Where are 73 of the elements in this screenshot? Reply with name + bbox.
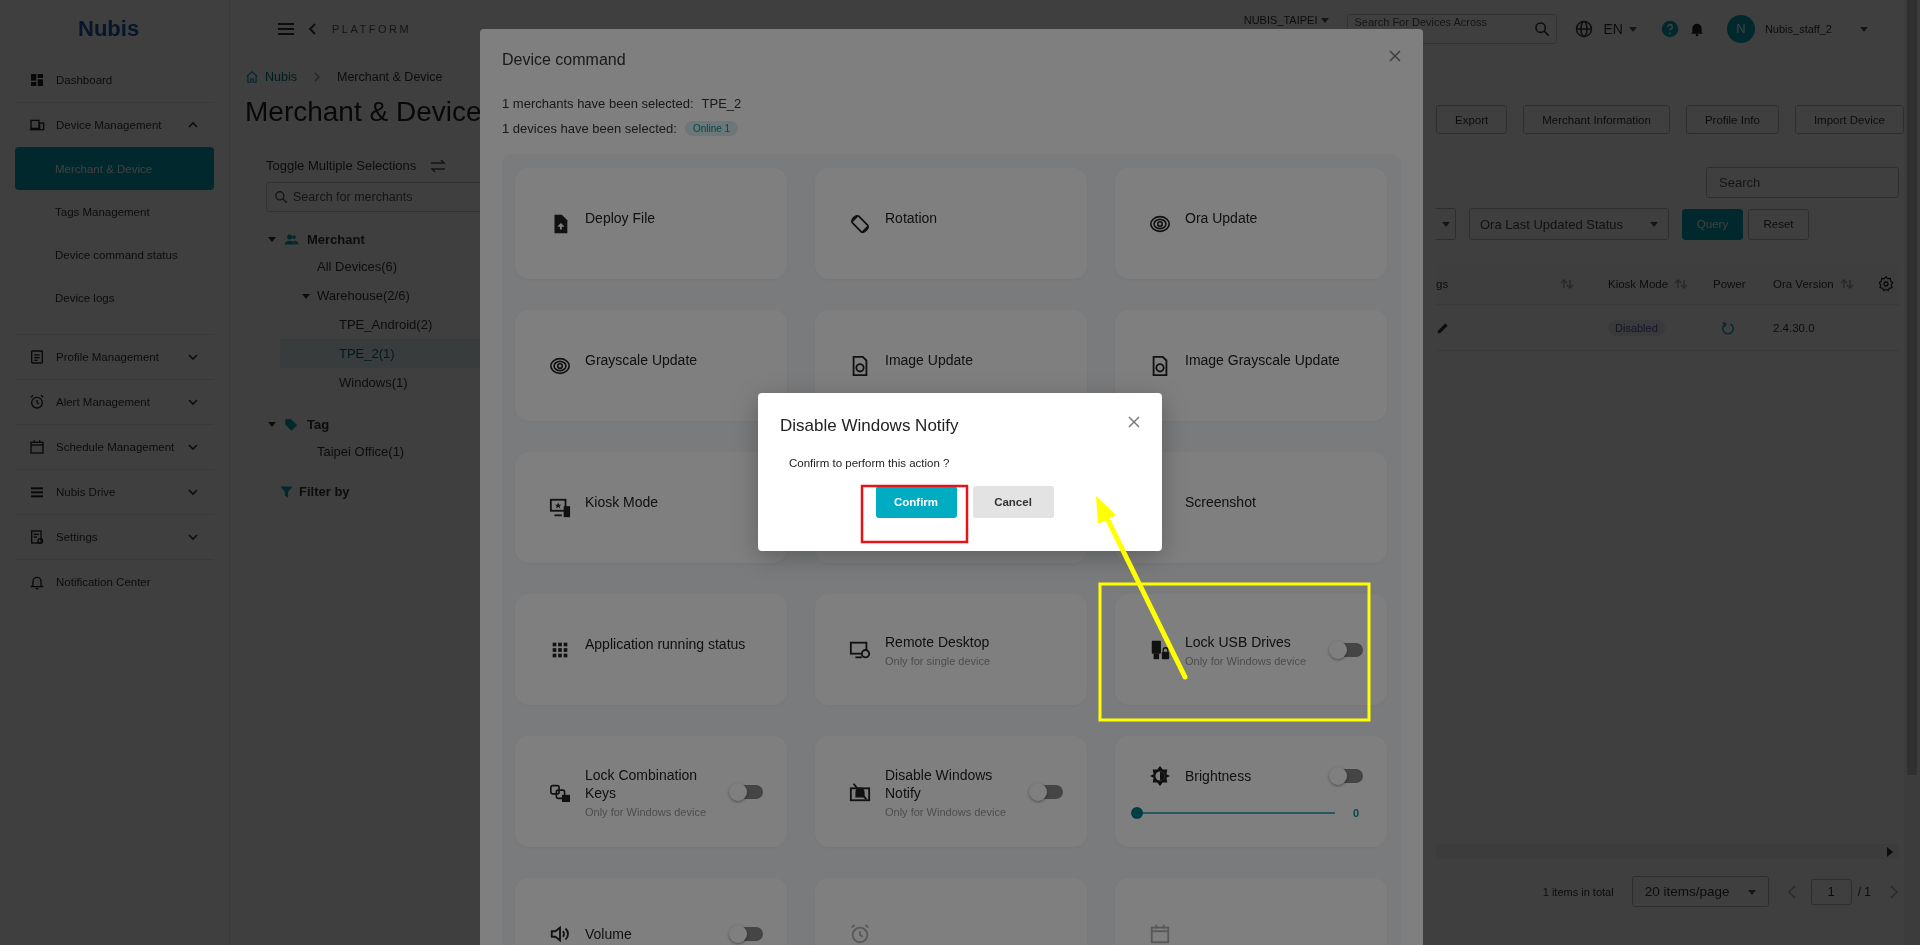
chevron-icon [188,352,198,362]
edit-icon[interactable] [1436,320,1450,335]
bell-icon [29,574,45,590]
dialog-title: Device command [502,50,626,70]
calendar-icon [29,439,45,455]
alarm-clock-icon [29,394,45,410]
caret-icon [1747,887,1756,896]
devices-label: 1 devices have been selected: [502,121,677,136]
list-icon [29,484,45,500]
caret-icon [268,235,276,243]
cancel-button[interactable]: Cancel [972,486,1054,518]
home-icon[interactable] [245,70,259,84]
monitor-bell-icon [849,780,871,803]
chevron-icon [188,442,198,452]
status-badge: Online 1 [684,121,739,136]
sort-icon[interactable] [1674,279,1689,289]
refresh-icon[interactable] [1721,320,1735,335]
slider-thumb[interactable] [1131,806,1143,819]
confirm-button[interactable]: Confirm [875,486,957,518]
caret-icon [1860,24,1868,33]
chevron-icon [188,487,198,497]
devices-icon [29,117,45,133]
breadcrumb-link[interactable]: Nubis [265,70,297,84]
slider-value: 0 [1353,806,1360,819]
rotate-icon [849,212,871,235]
dashboard-icon [29,72,45,88]
command-card[interactable]: Brightness 0 [1115,736,1387,847]
confirm-message: Confirm to perform this action ? [789,457,951,469]
command-card[interactable]: Image Grayscale Update [1115,310,1387,421]
command-card[interactable]: Volume [515,878,787,945]
toggle-switch[interactable] [1031,784,1063,799]
dropdown[interactable] [1436,208,1456,240]
caret-icon [1650,220,1658,228]
chevron-icon [188,120,198,130]
globe-icon[interactable] [1575,19,1594,38]
command-card[interactable]: Application running status [515,594,787,705]
document-icon [29,349,45,365]
caret-icon [1628,24,1637,33]
toggle-switch[interactable] [731,926,763,941]
close-icon[interactable] [1128,416,1140,428]
search-icon [274,190,288,204]
caret-icon [302,291,310,300]
merchant-value: TPE_2 [701,96,742,111]
swap-icon[interactable] [430,158,447,173]
command-card[interactable]: Ora Update [1115,168,1387,279]
toggle-switch[interactable] [1331,768,1363,783]
toggle-switch[interactable] [731,784,763,799]
sort-icon[interactable] [1560,279,1574,289]
command-card[interactable]: Rotation [815,168,1087,279]
filter-icon [280,484,293,499]
command-card[interactable]: Kiosk Mode [515,452,787,563]
menu-icon[interactable] [278,21,294,36]
logo: Nubis [77,15,141,43]
tag-icon [284,416,299,432]
toggle-switch[interactable] [1331,642,1363,657]
help-icon[interactable] [1660,19,1679,38]
chevron-icon [188,397,198,407]
caret-icon [268,420,276,428]
settings-icon[interactable] [1878,276,1894,292]
close-icon[interactable] [1389,50,1401,62]
brightness-icon [1149,764,1171,787]
caret-icon [1321,15,1330,24]
search-icon[interactable] [1534,20,1551,37]
caret-icon [1441,220,1450,228]
monitor-star-icon [549,496,571,519]
document-gear-icon [29,529,45,545]
command-card[interactable]: Deploy File [515,168,787,279]
merchants-label: 1 merchants have been selected: [502,96,694,111]
usb-lock-icon [1149,638,1171,661]
sort-icon[interactable] [1839,279,1854,289]
chevron-icon [188,532,198,542]
chevron-right-icon [312,72,321,82]
chevron-left-icon[interactable] [308,22,318,35]
